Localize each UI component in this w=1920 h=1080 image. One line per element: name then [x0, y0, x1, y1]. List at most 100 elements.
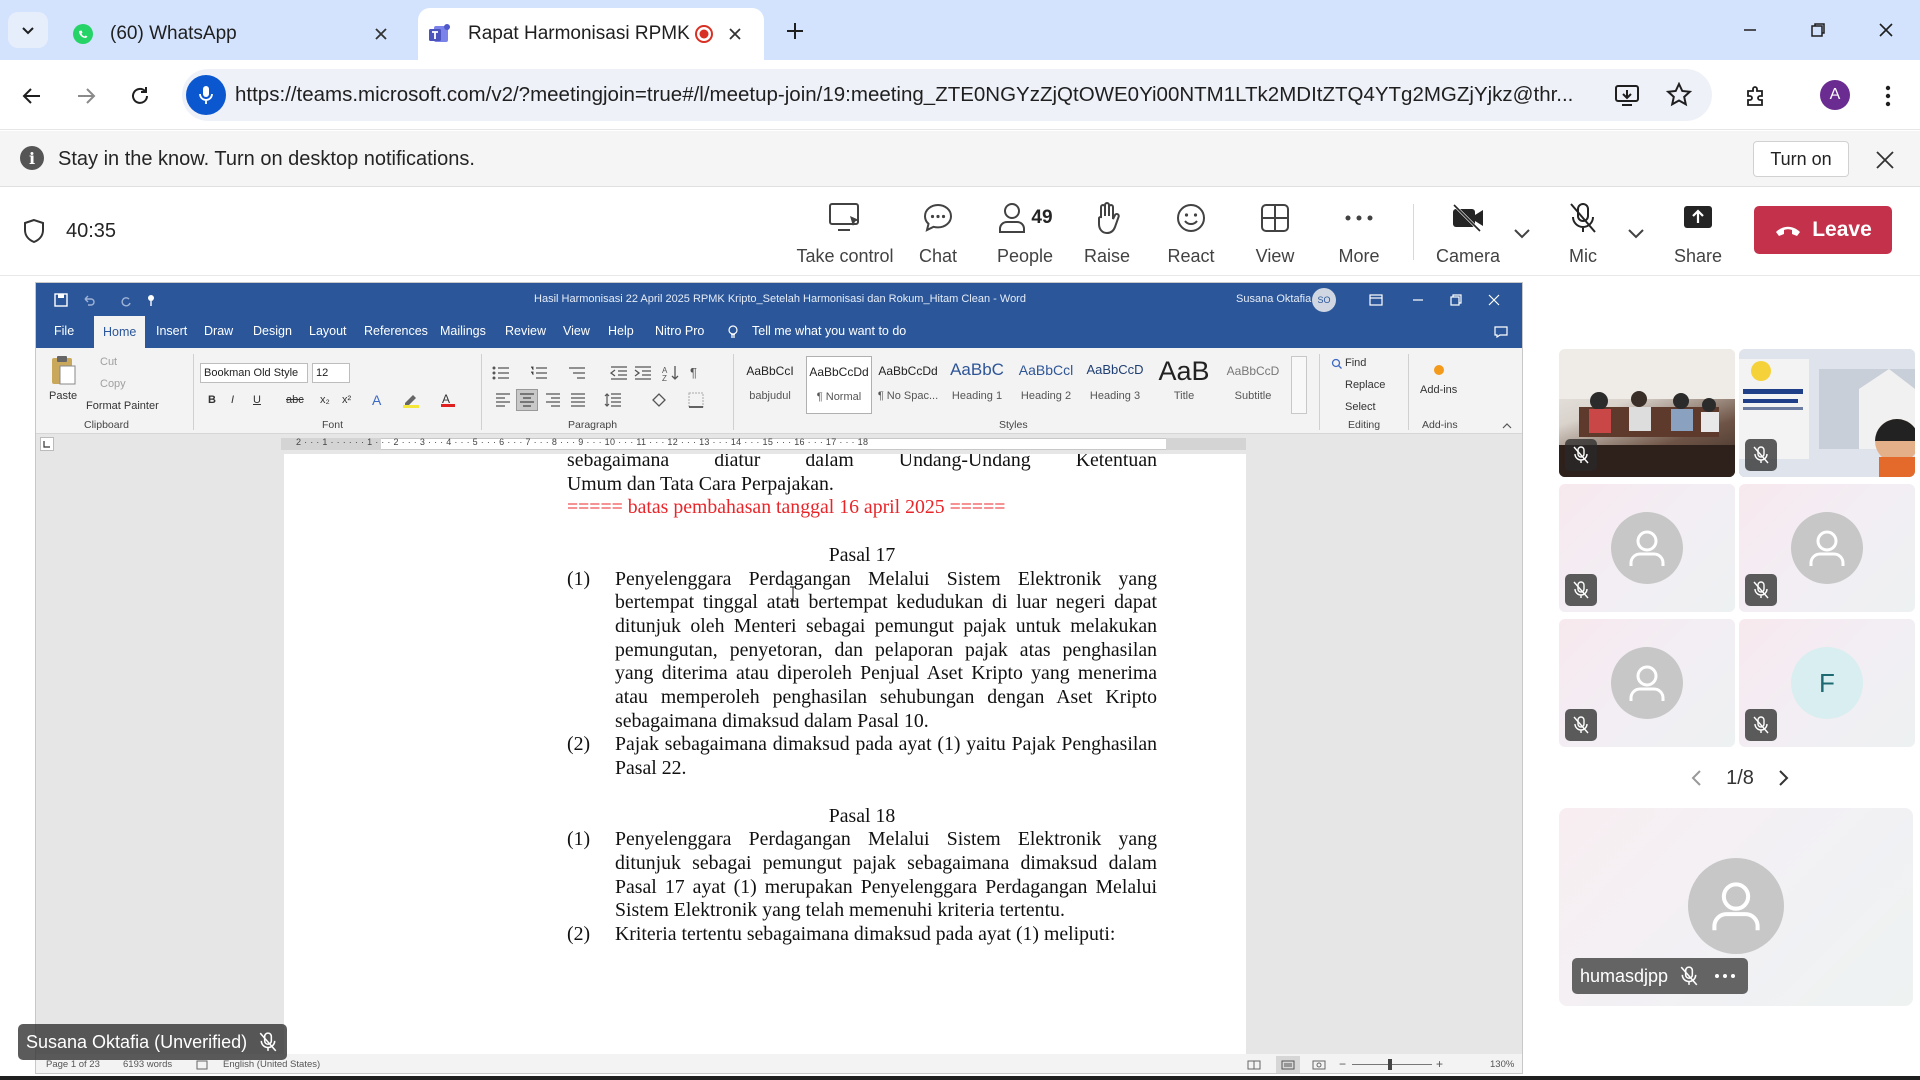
close-window-button[interactable] — [1856, 8, 1916, 52]
view-button[interactable]: View — [1250, 198, 1300, 270]
underline-button[interactable]: U — [253, 394, 261, 406]
close-tab-icon[interactable] — [720, 19, 750, 49]
word-tab-design[interactable]: Design — [253, 324, 292, 338]
borders-icon[interactable] — [688, 392, 704, 408]
select-button[interactable]: Select — [1345, 401, 1376, 413]
font-size-box[interactable]: 12 — [312, 363, 350, 383]
participant-tile[interactable] — [1739, 484, 1915, 612]
show-marks-button[interactable]: ¶ — [690, 365, 697, 380]
style-heading-3[interactable]: AaBbCcD Heading 3 — [1082, 356, 1148, 414]
style-heading-2[interactable]: AaBbCcl Heading 2 — [1013, 356, 1079, 414]
format-painter-button[interactable]: Format Painter — [86, 400, 159, 412]
style-normal[interactable]: AaBbCcDd ¶ Normal — [806, 356, 872, 414]
close-icon[interactable] — [1488, 294, 1500, 306]
word-user-avatar[interactable]: SO — [1312, 288, 1336, 312]
word-tab-help[interactable]: Help — [608, 324, 634, 338]
align-right-icon[interactable] — [545, 393, 561, 407]
leave-button[interactable]: Leave — [1754, 206, 1892, 254]
tab-selector-icon[interactable] — [40, 437, 54, 451]
align-left-icon[interactable] — [495, 393, 511, 407]
word-tab-review[interactable]: Review — [505, 324, 546, 338]
paste-icon[interactable] — [49, 354, 77, 386]
bold-button[interactable]: B — [208, 394, 216, 406]
superscript-button[interactable]: x² — [342, 394, 351, 406]
replace-button[interactable]: Replace — [1345, 379, 1385, 391]
install-app-icon[interactable] — [1614, 82, 1640, 108]
tab-whatsapp[interactable]: (60) WhatsApp — [60, 8, 410, 60]
camera-options-button[interactable] — [1510, 222, 1534, 246]
participant-tile[interactable]: F — [1739, 619, 1915, 747]
word-tab-view[interactable]: View — [563, 324, 590, 338]
zoom-in-button[interactable]: + — [1436, 1057, 1443, 1071]
numbering-icon[interactable] — [530, 366, 548, 380]
mic-button[interactable]: Mic — [1558, 198, 1608, 270]
new-tab-button[interactable] — [778, 14, 812, 48]
restore-icon[interactable] — [1450, 294, 1462, 306]
bookmark-star-icon[interactable] — [1666, 82, 1692, 108]
sort-icon[interactable]: AZ — [662, 365, 680, 381]
style-title[interactable]: AaB Title — [1151, 356, 1217, 414]
read-mode-icon[interactable] — [1247, 1060, 1261, 1070]
tab-teams-meeting[interactable]: Rapat Harmonisasi RPMK Kripto — [418, 8, 764, 60]
italic-button[interactable]: I — [231, 394, 234, 406]
word-tab-nitro-pro[interactable]: Nitro Pro — [655, 324, 704, 338]
tab-search-button[interactable] — [8, 12, 48, 48]
word-tab-mailings[interactable]: Mailings — [440, 324, 486, 338]
word-tab-draw[interactable]: Draw — [204, 324, 233, 338]
zoom-level[interactable]: 130% — [1490, 1059, 1514, 1070]
camera-button[interactable]: Camera — [1436, 198, 1500, 270]
minimize-icon[interactable] — [1412, 294, 1424, 306]
find-button[interactable]: Find — [1345, 357, 1366, 369]
zoom-out-button[interactable]: − — [1339, 1057, 1346, 1071]
share-button[interactable]: Share — [1670, 198, 1726, 270]
addins-button[interactable]: Add-ins — [1420, 384, 1457, 396]
zoom-slider[interactable] — [1352, 1064, 1432, 1065]
back-button[interactable] — [12, 76, 52, 116]
tell-me-search[interactable]: Tell me what you want to do — [752, 324, 906, 338]
chat-button[interactable]: Chat — [910, 198, 966, 270]
style-heading-1[interactable]: AaBbC Heading 1 — [944, 356, 1010, 414]
document-page[interactable]: sebagaimana diatur dalam Undang-Undang K… — [284, 454, 1246, 1054]
collapse-ribbon-icon[interactable] — [1502, 422, 1512, 430]
participant-tile[interactable] — [1559, 619, 1735, 747]
styles-gallery-scroll[interactable] — [1291, 356, 1307, 414]
zoom-slider-thumb[interactable] — [1388, 1059, 1392, 1070]
copy-button[interactable]: Copy — [100, 378, 126, 390]
take-control-button[interactable]: Take control — [796, 198, 894, 270]
word-tab-insert[interactable]: Insert — [156, 324, 187, 338]
minimize-button[interactable] — [1720, 8, 1780, 52]
bullets-icon[interactable] — [492, 366, 510, 380]
justify-icon[interactable] — [570, 393, 586, 407]
extensions-button[interactable] — [1736, 76, 1776, 116]
restore-button[interactable] — [1788, 8, 1848, 52]
paste-label[interactable]: Paste — [49, 390, 77, 402]
text-effects-icon[interactable]: A — [370, 392, 386, 408]
style-babjudul[interactable]: AaBbCcI babjudul — [737, 356, 803, 414]
dismiss-notification-button[interactable] — [1870, 145, 1900, 175]
chevron-left-icon[interactable] — [1690, 769, 1702, 787]
word-tab-layout[interactable]: Layout — [309, 324, 347, 338]
highlight-icon[interactable] — [402, 392, 420, 408]
people-button[interactable]: 49 People — [990, 198, 1060, 270]
shading-icon[interactable] — [650, 392, 668, 408]
mic-options-button[interactable] — [1624, 222, 1648, 246]
more-button[interactable]: More — [1334, 198, 1384, 270]
close-tab-icon[interactable] — [366, 19, 396, 49]
style-no-spacing[interactable]: AaBbCcDd ¶ No Spac... — [875, 356, 941, 414]
decrease-indent-icon[interactable] — [610, 366, 628, 380]
forward-button[interactable] — [66, 76, 106, 116]
font-name-box[interactable]: Bookman Old Style — [200, 363, 308, 383]
align-center-button[interactable] — [516, 389, 538, 411]
address-bar[interactable]: https://teams.microsoft.com/v2/?meetingj… — [182, 69, 1712, 121]
style-subtitle[interactable]: AaBbCcD Subtitle — [1220, 356, 1286, 414]
chevron-right-icon[interactable] — [1778, 769, 1790, 787]
browser-menu-button[interactable] — [1868, 76, 1908, 116]
increase-indent-icon[interactable] — [634, 366, 652, 380]
raise-hand-button[interactable]: Raise — [1082, 198, 1132, 270]
comments-icon[interactable] — [1494, 326, 1508, 338]
strikethrough-button[interactable]: abc — [286, 394, 304, 406]
word-tab-references[interactable]: References — [364, 324, 428, 338]
multilevel-list-icon[interactable] — [568, 366, 586, 380]
react-button[interactable]: React — [1166, 198, 1216, 270]
participant-tile[interactable] — [1559, 349, 1735, 477]
